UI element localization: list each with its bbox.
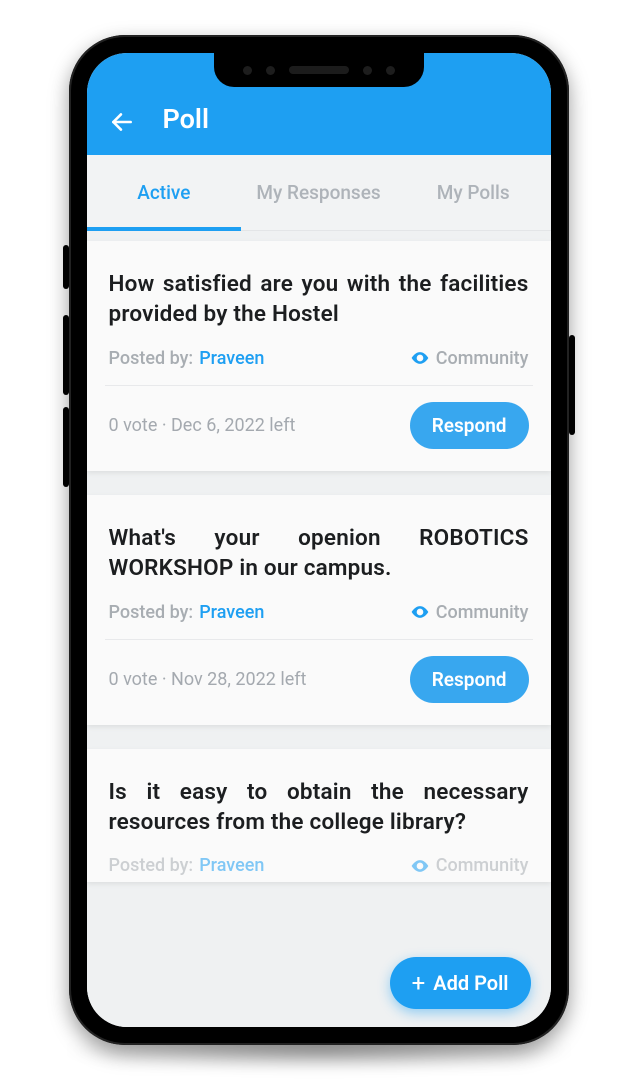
respond-button[interactable]: Respond: [410, 656, 529, 703]
poll-visibility: Community: [436, 602, 529, 623]
poll-meta: Posted by: Praveen Community: [109, 348, 529, 369]
divider: [105, 639, 533, 640]
add-poll-label: Add Poll: [433, 971, 508, 995]
back-arrow-icon[interactable]: [109, 109, 135, 135]
tab-bar: Active My Responses My Polls: [87, 155, 551, 231]
screen: Poll Active My Responses My Polls How sa…: [87, 53, 551, 1027]
poll-meta: Posted by: Praveen Community: [109, 855, 529, 876]
poll-author[interactable]: Praveen: [199, 855, 264, 876]
poll-author[interactable]: Praveen: [199, 348, 264, 369]
poll-visibility: Community: [436, 348, 529, 369]
eye-icon: [410, 348, 430, 368]
poll-vote-info: 0 vote · Nov 28, 2022 left: [109, 669, 307, 690]
phone-side-button: [569, 335, 575, 435]
tab-label: Active: [137, 182, 190, 204]
plus-icon: +: [412, 971, 426, 995]
poll-card[interactable]: How satisfied are you with the facilitie…: [87, 241, 551, 471]
poll-title: Is it easy to obtain the necessary resou…: [109, 777, 529, 838]
poll-list[interactable]: How satisfied are you with the facilitie…: [87, 231, 551, 1027]
poll-title: What's your openion ROBOTICS WORKSHOP in…: [109, 523, 529, 584]
phone-frame: Poll Active My Responses My Polls How sa…: [69, 35, 569, 1045]
poll-card[interactable]: What's your openion ROBOTICS WORKSHOP in…: [87, 495, 551, 725]
posted-by-label: Posted by:: [109, 602, 194, 623]
posted-by-label: Posted by:: [109, 855, 194, 876]
posted-by-label: Posted by:: [109, 348, 194, 369]
poll-title: How satisfied are you with the facilitie…: [109, 269, 529, 330]
eye-icon: [410, 602, 430, 622]
poll-meta: Posted by: Praveen Community: [109, 602, 529, 623]
tab-active[interactable]: Active: [87, 155, 242, 230]
page-title: Poll: [163, 103, 209, 135]
tab-my-polls[interactable]: My Polls: [396, 155, 551, 230]
tab-label: My Polls: [437, 182, 510, 204]
phone-side-button: [63, 245, 69, 289]
poll-visibility: Community: [436, 855, 529, 876]
tab-label: My Responses: [256, 182, 380, 204]
divider: [105, 385, 533, 386]
phone-notch: [214, 53, 424, 87]
poll-card[interactable]: Is it easy to obtain the necessary resou…: [87, 749, 551, 883]
phone-side-button: [63, 407, 69, 487]
add-poll-button[interactable]: + Add Poll: [390, 957, 531, 1009]
tab-my-responses[interactable]: My Responses: [241, 155, 396, 230]
phone-side-button: [63, 315, 69, 395]
eye-icon: [410, 856, 430, 876]
poll-vote-info: 0 vote · Dec 6, 2022 left: [109, 415, 296, 436]
respond-button[interactable]: Respond: [410, 402, 529, 449]
poll-author[interactable]: Praveen: [199, 602, 264, 623]
